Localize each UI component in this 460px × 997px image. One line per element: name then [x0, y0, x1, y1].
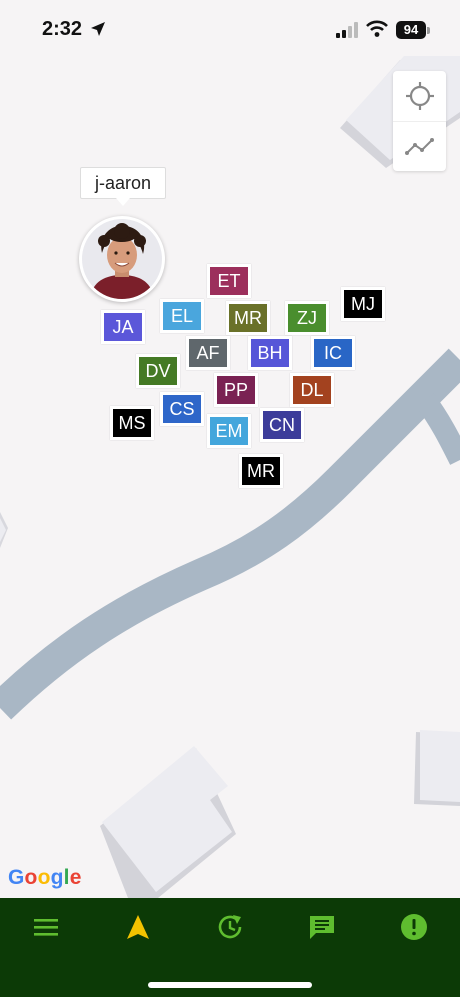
- map-marker-mj[interactable]: MJ: [341, 287, 385, 321]
- battery-icon: 94: [396, 21, 426, 39]
- map-marker-ms[interactable]: MS: [110, 406, 154, 440]
- map-marker-ja[interactable]: JA: [101, 310, 145, 344]
- map-marker-cn[interactable]: CN: [260, 408, 304, 442]
- user-avatar[interactable]: [79, 216, 165, 302]
- route-icon: [404, 137, 434, 155]
- signal-icon: [336, 22, 358, 38]
- google-logo: Google: [8, 866, 82, 889]
- map-marker-ic[interactable]: IC: [311, 336, 355, 370]
- map-marker-zj[interactable]: ZJ: [285, 301, 329, 335]
- map-marker-dv[interactable]: DV: [136, 354, 180, 388]
- home-indicator: [148, 982, 312, 988]
- app-screen: 2:32 94 j-aaron ET MJ EL MR ZJ JA AF BH …: [0, 0, 460, 997]
- map-view[interactable]: [0, 0, 460, 898]
- map-marker-mr[interactable]: MR: [226, 301, 270, 335]
- location-arrow-icon: [91, 22, 105, 36]
- alert-icon: [401, 914, 427, 940]
- map-marker-et[interactable]: ET: [207, 264, 251, 298]
- navigate-button[interactable]: [115, 904, 161, 950]
- map-marker-dl[interactable]: DL: [290, 373, 334, 407]
- wifi-icon: [366, 20, 388, 37]
- history-button[interactable]: [207, 904, 253, 950]
- map-marker-pp[interactable]: PP: [214, 373, 258, 407]
- menu-icon: [34, 919, 58, 936]
- menu-button[interactable]: [23, 904, 69, 950]
- alert-button[interactable]: [391, 904, 437, 950]
- status-bar: 2:32 94: [0, 0, 460, 60]
- map-marker-em[interactable]: EM: [207, 414, 251, 448]
- map-controls: [393, 71, 446, 171]
- locate-button[interactable]: [393, 71, 446, 121]
- status-time: 2:32: [42, 18, 83, 40]
- chat-button[interactable]: [299, 904, 345, 950]
- map-marker-cs[interactable]: CS: [160, 392, 204, 426]
- battery-nub: [427, 27, 430, 34]
- tooltip-arrow: [116, 198, 130, 206]
- map-marker-mr-2[interactable]: MR: [239, 454, 283, 488]
- history-icon: [218, 915, 242, 939]
- map-marker-bh[interactable]: BH: [248, 336, 292, 370]
- map-marker-el[interactable]: EL: [160, 299, 204, 333]
- user-name-tooltip: j-aaron: [80, 167, 166, 199]
- building-bottom-right: [414, 730, 460, 806]
- person-avatar-icon: [82, 219, 162, 299]
- map-marker-af[interactable]: AF: [186, 336, 230, 370]
- crosshair-icon: [405, 82, 434, 110]
- route-button[interactable]: [393, 121, 446, 171]
- chat-icon: [310, 916, 334, 939]
- navigate-icon: [127, 915, 149, 939]
